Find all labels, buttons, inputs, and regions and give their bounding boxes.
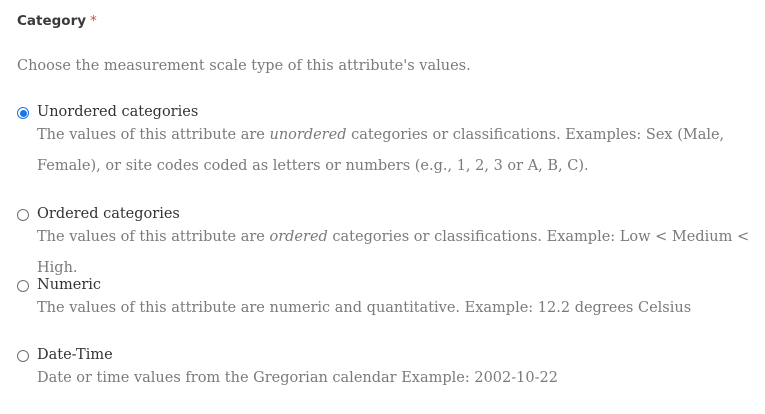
help-text: Choose the measurement scale type of thi… — [17, 58, 471, 74]
desc-emphasis: unordered — [269, 127, 347, 143]
radio-unordered-categories[interactable] — [17, 107, 29, 119]
option-numeric[interactable]: Numeric The values of this attribute are… — [17, 277, 755, 324]
desc-text: Date or time values from the Gregorian c… — [37, 370, 558, 386]
required-mark: * — [90, 13, 97, 29]
option-ordered-categories[interactable]: Ordered categories The values of this at… — [17, 206, 755, 284]
desc-text: The values of this attribute are — [37, 127, 270, 143]
desc-text: The values of this attribute are — [37, 229, 270, 245]
desc-emphasis: ordered — [269, 229, 328, 245]
option-description-ordered-categories: The values of this attribute are ordered… — [37, 222, 755, 284]
option-unordered-categories[interactable]: Unordered categories The values of this … — [17, 104, 755, 182]
field-label-text: Category — [17, 13, 87, 29]
radio-date-time[interactable] — [17, 350, 29, 362]
radio-ordered-categories[interactable] — [17, 209, 29, 221]
option-label-date-time[interactable]: Date-Time — [37, 347, 113, 363]
option-label-unordered-categories[interactable]: Unordered categories — [37, 104, 198, 120]
radio-numeric[interactable] — [17, 280, 29, 292]
desc-text: The values of this attribute are numeric… — [37, 300, 692, 316]
option-description-unordered-categories: The values of this attribute are unorder… — [37, 120, 755, 182]
option-label-numeric[interactable]: Numeric — [37, 277, 101, 293]
field-label: Category * — [17, 13, 97, 29]
option-label-ordered-categories[interactable]: Ordered categories — [37, 206, 180, 222]
option-date-time[interactable]: Date-Time Date or time values from the G… — [17, 347, 755, 394]
